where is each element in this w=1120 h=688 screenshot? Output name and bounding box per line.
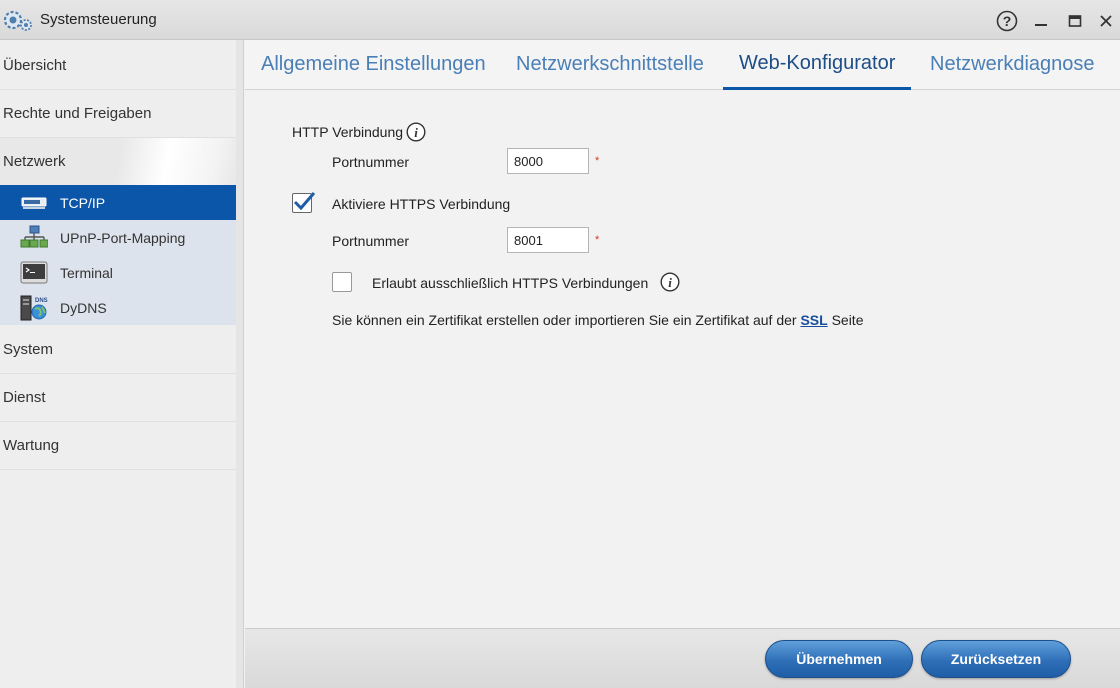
tab-bar: Allgemeine Einstellungen Netzwerkschnitt… <box>245 40 1120 90</box>
required-marker: * <box>595 234 600 246</box>
https-port-input[interactable] <box>507 227 589 253</box>
https-port-label: Portnummer <box>332 233 410 249</box>
network-card-icon <box>21 197 47 209</box>
submenu-item-dydns[interactable]: DNS DyDNS <box>0 290 236 325</box>
certificate-hint-text: Sie können ein Zertifikat erstellen oder… <box>332 312 801 328</box>
http-connection-label: HTTP Verbindung <box>292 124 404 140</box>
maximize-icon <box>1068 15 1082 27</box>
submenu-item-terminal[interactable]: Terminal <box>0 255 236 290</box>
submenu-item-label: DyDNS <box>60 299 107 316</box>
close-icon <box>1100 15 1112 27</box>
network-submenu: TCP/IP UPnP-Port-Mapping Terminal DNS Dy… <box>0 185 236 325</box>
submenu-item-label: UPnP-Port-Mapping <box>60 229 186 246</box>
window-title: Systemsteuerung <box>40 11 157 28</box>
web-configurator-panel: HTTP Verbindung i Portnummer * Aktiviere… <box>245 90 1120 628</box>
certificate-hint: Sie können ein Zertifikat erstellen oder… <box>332 312 864 328</box>
https-enable-label: Aktiviere HTTPS Verbindung <box>332 196 511 212</box>
gear-icon <box>3 10 32 31</box>
title-bar: Systemsteuerung ? <box>0 0 1120 40</box>
svg-text:DNS: DNS <box>35 298 48 304</box>
https-only-checkbox[interactable] <box>332 272 352 292</box>
maximize-button[interactable] <box>1065 10 1085 32</box>
sidebar-divider <box>236 40 244 688</box>
sidebar-item-system[interactable]: System <box>0 326 236 374</box>
network-tree-icon <box>20 225 48 248</box>
sidebar-item-label: Rechte und Freigaben <box>3 105 152 122</box>
sidebar-item-label: Übersicht <box>3 57 67 74</box>
minimize-button[interactable] <box>1031 10 1051 32</box>
submenu-item-label: Terminal <box>60 264 113 281</box>
svg-text:?: ? <box>1003 13 1012 29</box>
ssl-link[interactable]: SSL <box>800 312 827 328</box>
apply-button[interactable]: Übernehmen <box>765 640 913 678</box>
sidebar-item-network[interactable]: Netzwerk <box>0 138 236 186</box>
sidebar-item-overview[interactable]: Übersicht <box>0 42 236 90</box>
sidebar: Übersicht Rechte und Freigaben Netzwerk … <box>0 40 237 688</box>
tab-network-diagnosis[interactable]: Netzwerkdiagnose <box>930 40 1095 89</box>
sidebar-item-label: Netzwerk <box>3 153 66 170</box>
svg-text:i: i <box>414 125 418 140</box>
sidebar-item-label: System <box>3 341 54 358</box>
https-only-label: Erlaubt ausschließlich HTTPS Verbindunge… <box>372 275 649 291</box>
sidebar-item-maintenance[interactable]: Wartung <box>0 422 236 470</box>
submenu-item-label: TCP/IP <box>60 194 106 211</box>
minimize-icon <box>1035 24 1047 26</box>
required-marker: * <box>595 155 600 167</box>
footer-bar: Übernehmen Zurücksetzen <box>245 628 1120 688</box>
reset-button[interactable]: Zurücksetzen <box>921 640 1071 678</box>
sidebar-item-label: Wartung <box>3 437 60 454</box>
https-enable-checkbox[interactable] <box>292 192 316 213</box>
checkmark-icon <box>293 192 316 211</box>
close-button[interactable] <box>1096 10 1116 32</box>
sidebar-item-service[interactable]: Dienst <box>0 374 236 422</box>
http-port-input[interactable] <box>507 148 589 174</box>
info-icon[interactable]: i <box>660 272 680 292</box>
sidebar-item-label: Dienst <box>3 389 46 406</box>
tab-general-settings[interactable]: Allgemeine Einstellungen <box>261 40 486 89</box>
help-icon: ? <box>996 10 1018 32</box>
dns-globe-icon: DNS <box>20 295 48 321</box>
help-button[interactable]: ? <box>996 10 1018 32</box>
info-icon[interactable]: i <box>406 122 426 142</box>
sidebar-item-privileges[interactable]: Rechte und Freigaben <box>0 90 236 138</box>
http-port-label: Portnummer <box>332 154 410 170</box>
submenu-item-tcpip[interactable]: TCP/IP <box>0 185 236 220</box>
terminal-icon <box>20 261 48 284</box>
certificate-hint-suffix: Seite <box>827 312 864 328</box>
tab-web-configurator[interactable]: Web-Konfigurator <box>723 40 912 90</box>
submenu-item-upnp[interactable]: UPnP-Port-Mapping <box>0 220 236 255</box>
tab-network-interface[interactable]: Netzwerkschnittstelle <box>516 40 704 89</box>
svg-text:i: i <box>668 275 672 290</box>
